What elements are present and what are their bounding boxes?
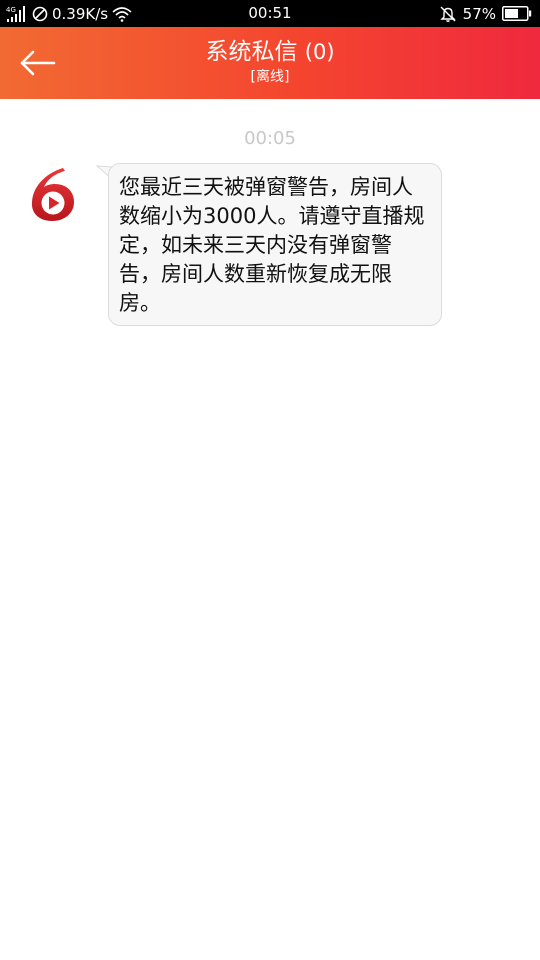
message-bubble[interactable]: 您最近三天被弹窗警告，房间人数缩小为3000人。请遵守直播规定，如未来三天内没有… <box>108 163 442 326</box>
sender-avatar[interactable] <box>29 166 77 222</box>
network-speed: 0.39K/s <box>52 4 109 23</box>
svg-text:4G: 4G <box>6 6 16 14</box>
battery-percent: 57% <box>462 4 496 23</box>
six-room-logo-icon <box>31 168 74 221</box>
message-text: 您最近三天被弹窗警告，房间人数缩小为3000人。请遵守直播规定，如未来三天内没有… <box>119 175 425 315</box>
muted-bell-icon <box>439 5 457 23</box>
status-bar: 4G 0.39K/s 00:51 57% <box>0 0 540 27</box>
cellular-signal-icon: 4G <box>6 5 28 23</box>
message-timestamp: 00:05 <box>244 128 296 149</box>
connection-status: [离线] <box>250 69 290 85</box>
status-bar-left: 4G 0.39K/s <box>6 0 132 27</box>
message-list[interactable]: 00:05 您最近三天被弹窗警告，房间人数缩小为3000人。请遵守直播规定，如未… <box>0 99 540 960</box>
unread-count: (0) <box>304 40 335 64</box>
page-title: 系统私信 (0) <box>0 37 540 67</box>
title-block: 系统私信 (0) [离线] <box>0 37 540 86</box>
do-not-disturb-icon <box>32 6 48 22</box>
app-header: 系统私信 (0) [离线] <box>0 27 540 99</box>
page-title-text: 系统私信 <box>205 39 298 65</box>
status-bar-right: 57% <box>439 0 532 27</box>
wifi-icon <box>112 6 132 22</box>
battery-icon <box>502 6 532 21</box>
